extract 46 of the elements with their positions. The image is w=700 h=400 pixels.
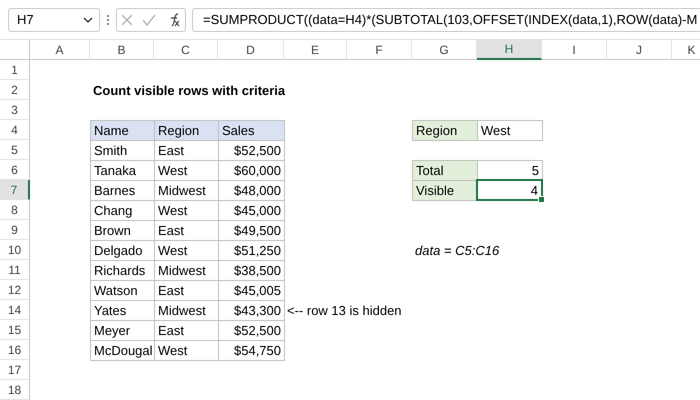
row-header[interactable]: 18 [0, 380, 30, 400]
column-header[interactable]: C [154, 40, 218, 60]
row-header[interactable]: 15 [0, 320, 30, 340]
row-header[interactable]: 5 [0, 140, 30, 160]
result-cell[interactable]: 4 [476, 179, 543, 201]
result-label: Total [412, 160, 478, 181]
named-range-note: data = C5:C16 [414, 242, 500, 260]
formula-field[interactable]: =SUMPRODUCT((data=H4)*(SUBTOTAL(103,OFFSET(INDEX(data,1),ROW(data)-M [192, 8, 700, 32]
table-header-cell: Name [90, 120, 155, 141]
column-header[interactable]: A [30, 40, 90, 60]
column-header[interactable]: F [347, 40, 412, 60]
row-header[interactable]: 9 [0, 220, 30, 240]
row-header[interactable]: 17 [0, 360, 30, 380]
row-header[interactable]: 4 [0, 120, 30, 140]
row-header[interactable]: 8 [0, 200, 30, 220]
row-header[interactable]: 7 [0, 180, 30, 200]
criteria-label: Region [412, 120, 478, 141]
column-header[interactable]: J [607, 40, 672, 60]
row-header[interactable]: 2 [0, 80, 30, 100]
column-header[interactable]: B [90, 40, 154, 60]
table-header-cell: Sales [218, 120, 285, 141]
column-header[interactable]: D [218, 40, 284, 60]
chevron-icon [83, 16, 93, 22]
row-header[interactable]: 3 [0, 100, 30, 120]
criteria-value-cell[interactable]: West [477, 120, 543, 141]
row-header[interactable]: 16 [0, 340, 30, 360]
row-header[interactable]: 1 [0, 60, 30, 80]
hidden-row-note: <-- row 13 is hidden [286, 302, 403, 320]
row-header[interactable]: 10 [0, 240, 30, 260]
result-label: Visible [412, 180, 478, 201]
result-cell[interactable]: 5 [477, 160, 543, 181]
row-header[interactable]: 14 [0, 300, 30, 320]
table-cell: McDougal [90, 340, 155, 361]
column-header[interactable]: G [412, 40, 477, 60]
cancel-icon[interactable] [121, 14, 134, 26]
column-header[interactable]: H [477, 40, 542, 60]
row-header[interactable]: 11 [0, 260, 30, 280]
table-header-cell: Region [154, 120, 219, 141]
more-options-icon[interactable] [106, 14, 110, 26]
sheet-title: Count visible rows with criteria [92, 82, 286, 100]
table-cell: $54,750 [218, 340, 285, 361]
name-box[interactable]: H7 [8, 8, 100, 32]
checkmark-icon[interactable] [142, 14, 156, 26]
row-header[interactable]: 12 [0, 280, 30, 300]
column-header[interactable]: I [542, 40, 607, 60]
column-header[interactable]: E [284, 40, 347, 60]
